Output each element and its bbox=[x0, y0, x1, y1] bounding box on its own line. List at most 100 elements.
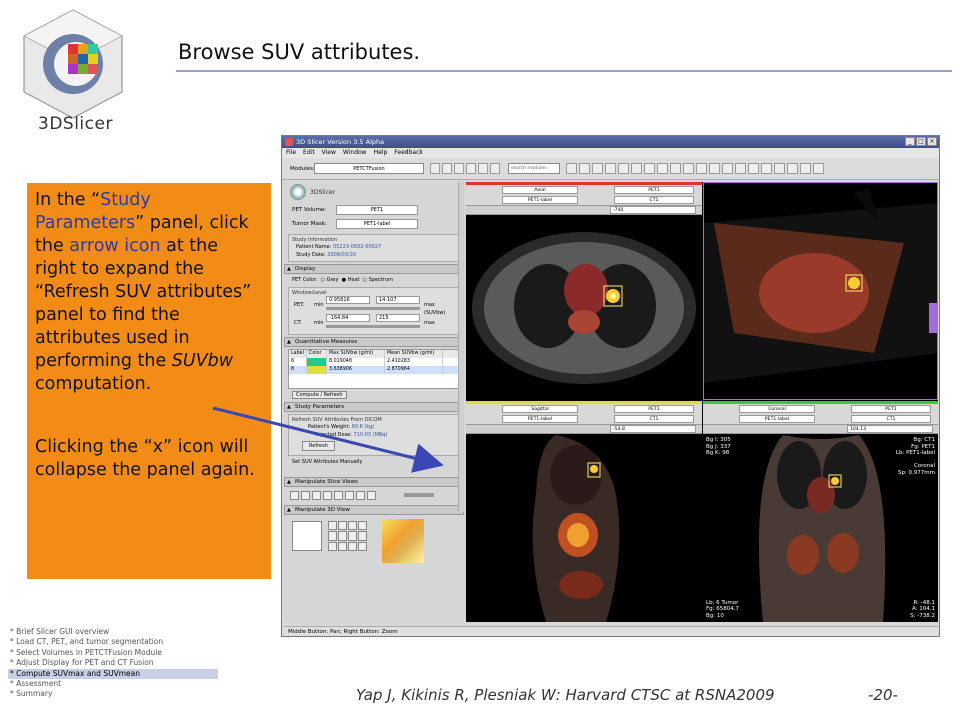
view-superior-icon[interactable] bbox=[328, 531, 337, 541]
conventional-layout-icon[interactable] bbox=[722, 163, 733, 174]
editor-module-icon[interactable] bbox=[618, 163, 629, 174]
yellow-slice-viewer[interactable]: Sagittal PET1 PET1-label CT1 -54.8 bbox=[466, 401, 702, 622]
fourup-layout-icon[interactable] bbox=[735, 163, 746, 174]
annotation-icon[interactable] bbox=[356, 491, 365, 500]
link-views-icon[interactable] bbox=[301, 491, 310, 500]
menu-feedback[interactable]: Feedback bbox=[394, 148, 423, 158]
pet-range-slider[interactable] bbox=[326, 307, 420, 310]
fov-icon[interactable] bbox=[312, 491, 321, 500]
cursor-icon[interactable] bbox=[345, 491, 354, 500]
pointer-icon[interactable] bbox=[774, 163, 785, 174]
menu-file[interactable]: File bbox=[286, 148, 296, 158]
home-module-icon[interactable] bbox=[454, 163, 464, 174]
refresh-button[interactable]: Refresh bbox=[302, 441, 335, 451]
tumor-mask-selector[interactable]: PET1-label bbox=[336, 219, 418, 229]
compositing-icon[interactable] bbox=[367, 491, 376, 500]
red-foreground-selector[interactable]: PET1 bbox=[614, 186, 694, 194]
green-slice-offset[interactable]: 104.13 bbox=[847, 425, 933, 433]
opacity-slider[interactable] bbox=[404, 493, 434, 497]
close-icon[interactable]: × bbox=[927, 137, 937, 146]
quantitative-measures-header[interactable]: Quantitative Measures bbox=[284, 337, 464, 347]
view-posterior-icon[interactable] bbox=[358, 521, 367, 531]
place-fiducial-icon[interactable] bbox=[800, 163, 811, 174]
green-slice-viewer[interactable]: Coronal PET1 PET1-label CT1 104.13 Bg I:… bbox=[703, 401, 938, 622]
fit-to-window-icon[interactable] bbox=[290, 491, 299, 500]
view-options-icon[interactable] bbox=[813, 163, 824, 174]
rotate-icon[interactable] bbox=[328, 541, 337, 551]
view-left-icon[interactable] bbox=[328, 521, 337, 531]
red-orientation-selector[interactable]: Axial bbox=[502, 186, 578, 194]
display-section-header[interactable]: Display bbox=[284, 264, 464, 274]
red-slice-offset[interactable]: -740 bbox=[610, 206, 696, 214]
view-right-icon[interactable] bbox=[338, 521, 347, 531]
pet-volume-selector[interactable]: PET1 bbox=[336, 205, 418, 215]
grid-icon[interactable] bbox=[323, 491, 332, 500]
table-row[interactable]: 6 8.019048 2.410283 bbox=[289, 358, 459, 366]
green-label-selector[interactable]: PET1-label bbox=[739, 415, 815, 423]
models-module-icon[interactable] bbox=[592, 163, 603, 174]
ct-min-input[interactable]: -164.84 bbox=[326, 314, 370, 322]
view-axes-widget[interactable] bbox=[292, 521, 322, 551]
module-panel-scrollbar[interactable] bbox=[458, 182, 464, 512]
undo-icon[interactable] bbox=[683, 163, 694, 174]
menu-help[interactable]: Help bbox=[374, 148, 388, 158]
pet-color-spectrum-radio[interactable]: Spectrum bbox=[369, 277, 393, 283]
study-parameters-header[interactable]: Study Parameters bbox=[284, 402, 464, 412]
red-label-selector[interactable]: PET1-label bbox=[502, 196, 578, 204]
set-suv-manually-toggle[interactable]: Set SUV Attributes Manually bbox=[284, 458, 464, 467]
red-slice-viewer[interactable]: Axial PET1 PET1-label CT1 -740 bbox=[466, 182, 702, 400]
menu-view[interactable]: View bbox=[322, 148, 336, 158]
prev-module-icon[interactable] bbox=[430, 163, 440, 174]
menu-window[interactable]: Window bbox=[343, 148, 367, 158]
red-background-selector[interactable]: CT1 bbox=[614, 196, 694, 204]
zoom-out-icon[interactable] bbox=[358, 531, 367, 541]
measurements-icon[interactable] bbox=[631, 163, 642, 174]
compute-refresh-button[interactable]: Compute / Refresh bbox=[292, 391, 347, 399]
yellow-slice-offset[interactable]: -54.8 bbox=[610, 425, 696, 433]
save-icon[interactable] bbox=[657, 163, 668, 174]
yellow-orientation-selector[interactable]: Sagittal bbox=[502, 405, 578, 413]
maximize-icon[interactable]: □ bbox=[916, 137, 926, 146]
zoom-in-icon[interactable] bbox=[348, 531, 357, 541]
spin-icon[interactable] bbox=[338, 541, 347, 551]
view-anterior-icon[interactable] bbox=[348, 521, 357, 531]
next-module-icon[interactable] bbox=[442, 163, 452, 174]
threed-viewer[interactable] bbox=[703, 182, 938, 400]
history-icon[interactable] bbox=[466, 163, 476, 174]
rock-icon[interactable] bbox=[348, 541, 357, 551]
grid-layout-icon[interactable] bbox=[709, 163, 720, 174]
label-outline-icon[interactable] bbox=[334, 491, 343, 500]
yellow-background-selector[interactable]: CT1 bbox=[614, 415, 694, 423]
manipulate-slice-views-header[interactable]: Manipulate Slice Views bbox=[284, 477, 464, 487]
layout-icon[interactable] bbox=[670, 163, 681, 174]
data-module-icon[interactable] bbox=[566, 163, 577, 174]
module-search-input[interactable]: search modules bbox=[508, 163, 560, 174]
pet-color-grey-radio[interactable]: Grey bbox=[327, 277, 339, 283]
view-inferior-icon[interactable] bbox=[338, 531, 347, 541]
threed-layout-icon[interactable] bbox=[748, 163, 759, 174]
redo-icon[interactable] bbox=[696, 163, 707, 174]
manipulate-3d-view-header[interactable]: Manipulate 3D View bbox=[284, 505, 464, 515]
fiducials-module-icon[interactable] bbox=[605, 163, 616, 174]
menu-edit[interactable]: Edit bbox=[303, 148, 315, 158]
green-foreground-selector[interactable]: PET1 bbox=[851, 405, 931, 413]
ct-max-input[interactable]: 215 bbox=[376, 314, 420, 322]
green-orientation-selector[interactable]: Coronal bbox=[739, 405, 815, 413]
pick-icon[interactable] bbox=[787, 163, 798, 174]
compare-layout-icon[interactable] bbox=[761, 163, 772, 174]
pet-max-input[interactable]: 14.107 bbox=[376, 296, 420, 304]
ct-range-slider[interactable] bbox=[326, 325, 420, 328]
stereo-icon[interactable] bbox=[358, 541, 367, 551]
volumes-module-icon[interactable] bbox=[579, 163, 590, 174]
pet-min-input[interactable]: 0.95816 bbox=[326, 296, 370, 304]
pet-color-heat-radio[interactable]: Heat bbox=[348, 277, 360, 283]
favorites-icon[interactable] bbox=[478, 163, 488, 174]
module-selector[interactable]: PETCTFusion bbox=[314, 163, 424, 174]
yellow-label-selector[interactable]: PET1-label bbox=[502, 415, 578, 423]
table-row[interactable]: 8 3.638906 2.870964 bbox=[289, 366, 459, 374]
module-list-icon[interactable] bbox=[490, 163, 500, 174]
yellow-foreground-selector[interactable]: PET1 bbox=[614, 405, 694, 413]
green-background-selector[interactable]: CT1 bbox=[851, 415, 931, 423]
transforms-icon[interactable] bbox=[644, 163, 655, 174]
minimize-icon[interactable]: _ bbox=[905, 137, 915, 146]
